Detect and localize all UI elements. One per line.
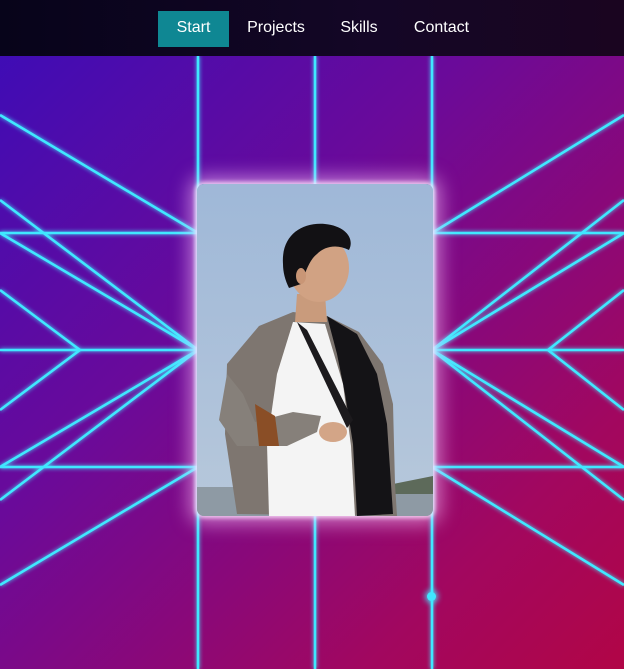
nav-skills-link[interactable]: Skills <box>331 11 387 47</box>
nav-start-link[interactable]: Start <box>158 11 229 47</box>
top-navbar: Start Projects Skills Contact <box>0 0 624 56</box>
profile-photo <box>197 184 433 516</box>
grid-dot <box>427 592 436 601</box>
profile-photo-card <box>197 184 433 516</box>
nav-contact-link[interactable]: Contact <box>406 11 477 47</box>
nav-projects-link[interactable]: Projects <box>240 11 312 47</box>
